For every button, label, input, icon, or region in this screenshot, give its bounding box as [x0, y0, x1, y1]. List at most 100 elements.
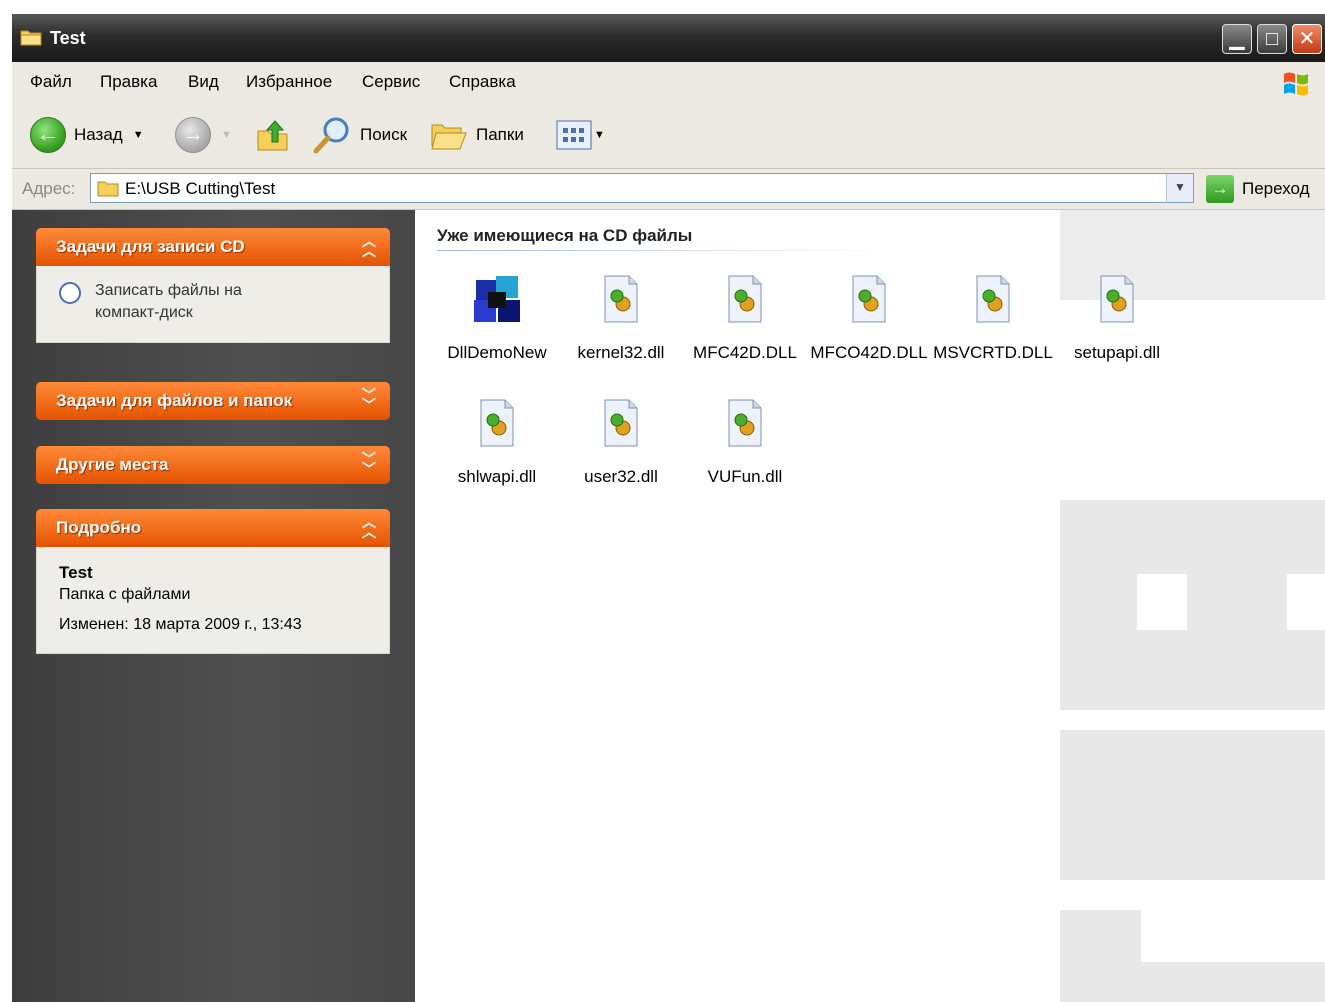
file-item[interactable]: VUFun.dll — [683, 398, 807, 487]
menu-help[interactable]: Справка — [449, 72, 516, 92]
file-item[interactable]: MFC42D.DLL — [683, 274, 807, 363]
maximize-button[interactable]: □ — [1257, 24, 1287, 54]
file-tasks-panel: Задачи для файлов и папок ﹀ ﹀ — [36, 382, 390, 420]
folder-icon — [97, 181, 119, 197]
menu-bar: Файл Правка Вид Избранное Сервис Справка — [12, 62, 1325, 103]
close-button[interactable]: ✕ — [1292, 24, 1322, 54]
maximize-icon: □ — [1265, 28, 1279, 50]
address-bar: Адрес: E:\USB Cutting\Test ▼ → Переход — [12, 169, 1325, 210]
menu-view[interactable]: Вид — [188, 72, 219, 92]
file-name: setupapi.dll — [1073, 343, 1160, 362]
details-body: Test Папка с файлами Изменен: 18 марта 2… — [36, 547, 390, 654]
watermark-cutout — [1287, 574, 1325, 630]
address-dropdown-icon[interactable]: ▼ — [1166, 174, 1193, 202]
watermark-cutout — [1137, 574, 1187, 630]
back-button[interactable]: ← Назад ▼ — [30, 117, 144, 153]
file-name: MFC42D.DLL — [693, 343, 797, 362]
go-label: Переход — [1242, 179, 1310, 198]
forward-button[interactable]: → ▼ — [175, 117, 232, 153]
file-item[interactable]: kernel32.dll — [559, 274, 683, 363]
dll-file-icon — [480, 399, 514, 447]
collapse-icon[interactable]: ︿ ︿ — [362, 515, 376, 539]
file-item[interactable]: setupapi.dll — [1055, 274, 1179, 363]
minimize-button[interactable]: ▁ — [1222, 24, 1252, 54]
address-input[interactable]: E:\USB Cutting\Test ▼ — [90, 173, 1194, 203]
details-title: Подробно — [56, 518, 142, 537]
details-panel: Подробно ︿ ︿ Test Папка с файлами Изменен… — [36, 509, 390, 654]
file-item[interactable]: user32.dll — [559, 398, 683, 487]
forward-arrow-icon: → — [175, 117, 211, 153]
folders-icon — [431, 124, 467, 150]
folders-label: Папки — [476, 125, 524, 144]
dll-file-icon — [604, 399, 638, 447]
other-places-header[interactable]: Другие места ﹀ ﹀ — [36, 446, 390, 484]
file-name: MFCO42D.DLL — [810, 343, 928, 362]
file-name: MSVCRTD.DLL — [933, 343, 1053, 362]
menu-tools[interactable]: Сервис — [362, 72, 420, 92]
up-folder-icon — [257, 120, 288, 151]
other-places-panel: Другие места ﹀ ﹀ — [36, 446, 390, 484]
file-tasks-header[interactable]: Задачи для файлов и папок ﹀ ﹀ — [36, 382, 390, 420]
file-name: VUFun.dll — [707, 467, 783, 486]
views-dropdown-icon[interactable]: ▼ — [594, 129, 605, 141]
dll-file-icon — [604, 275, 638, 323]
dll-file-icon — [1100, 275, 1134, 323]
dll-file-icon — [728, 275, 762, 323]
task-pane: Задачи для записи CD ︿ ︿ Записать файлы н… — [12, 210, 415, 1002]
expand-icon[interactable]: ﹀ ﹀ — [362, 388, 376, 412]
write-to-cd-link[interactable]: Записать файлы на компакт-диск — [95, 280, 295, 324]
search-label: Поиск — [360, 125, 408, 144]
file-tasks-title: Задачи для файлов и папок — [56, 391, 293, 410]
back-arrow-icon: ← — [30, 117, 66, 153]
back-dropdown-icon[interactable]: ▼ — [133, 129, 144, 141]
address-label: Адрес: — [22, 179, 76, 198]
search-button[interactable]: Поиск — [312, 117, 408, 154]
menu-file[interactable]: Файл — [30, 72, 72, 92]
desktop-strip — [0, 0, 1325, 14]
menu-favorites[interactable]: Избранное — [246, 72, 332, 92]
folder-icon — [20, 30, 42, 46]
details-name: Test — [59, 563, 93, 582]
minimize-icon: ▁ — [1229, 28, 1245, 50]
window-title: Test — [50, 28, 86, 48]
cd-tasks-title: Задачи для записи CD — [56, 237, 245, 256]
file-item[interactable]: shlwapi.dll — [435, 398, 559, 487]
group-title: Уже имеющиеся на CD файлы — [437, 226, 693, 245]
forward-dropdown-icon[interactable]: ▼ — [221, 129, 232, 141]
file-name: user32.dll — [584, 467, 658, 486]
cd-write-icon — [59, 282, 81, 304]
details-header[interactable]: Подробно ︿ ︿ — [36, 509, 390, 547]
title-bar[interactable]: Test ▁ □ ✕ — [12, 14, 1325, 62]
dll-file-icon — [852, 275, 886, 323]
cd-tasks-panel: Задачи для записи CD ︿ ︿ Записать файлы н… — [36, 228, 390, 343]
watermark-shape — [1060, 730, 1325, 880]
file-name: DllDemoNew — [447, 343, 547, 362]
details-type: Папка с файлами — [59, 586, 191, 603]
cd-tasks-body: Записать файлы на компакт-диск — [36, 266, 390, 343]
application-icon — [474, 276, 520, 322]
details-modified: Изменен: 18 марта 2009 г., 13:43 — [59, 616, 302, 633]
explorer-window: Test ▁ □ ✕ Файл Правка Вид Избранное Сер… — [12, 14, 1325, 1002]
back-label: Назад — [74, 125, 123, 144]
cd-tasks-header[interactable]: Задачи для записи CD ︿ ︿ — [36, 228, 390, 266]
address-path: E:\USB Cutting\Test — [125, 179, 276, 198]
watermark-shape — [1060, 500, 1325, 710]
watermark-cutout — [1141, 910, 1325, 962]
expand-icon[interactable]: ﹀ ﹀ — [362, 452, 376, 476]
file-name: kernel32.dll — [577, 343, 665, 362]
views-button[interactable]: ▼ — [556, 118, 605, 152]
dll-file-icon — [728, 399, 762, 447]
file-name: shlwapi.dll — [457, 467, 537, 486]
file-item[interactable]: MSVCRTD.DLL — [931, 274, 1055, 363]
menu-edit[interactable]: Правка — [100, 72, 157, 92]
go-button[interactable]: → Переход — [1206, 175, 1310, 203]
go-arrow-icon: → — [1206, 175, 1234, 203]
file-list-pane[interactable]: Уже имеющиеся на CD файлы DllDemoNew ker… — [415, 210, 1325, 1002]
folders-button[interactable]: Папки — [430, 118, 524, 152]
file-item[interactable]: MFCO42D.DLL — [807, 274, 931, 363]
collapse-icon[interactable]: ︿ ︿ — [362, 234, 376, 258]
search-icon — [313, 117, 349, 154]
file-item[interactable]: DllDemoNew — [435, 274, 559, 363]
toolbar: ← Назад ▼ → ▼ Поиск Папки ▼ — [12, 102, 1325, 169]
up-folder-button[interactable] — [255, 118, 291, 152]
